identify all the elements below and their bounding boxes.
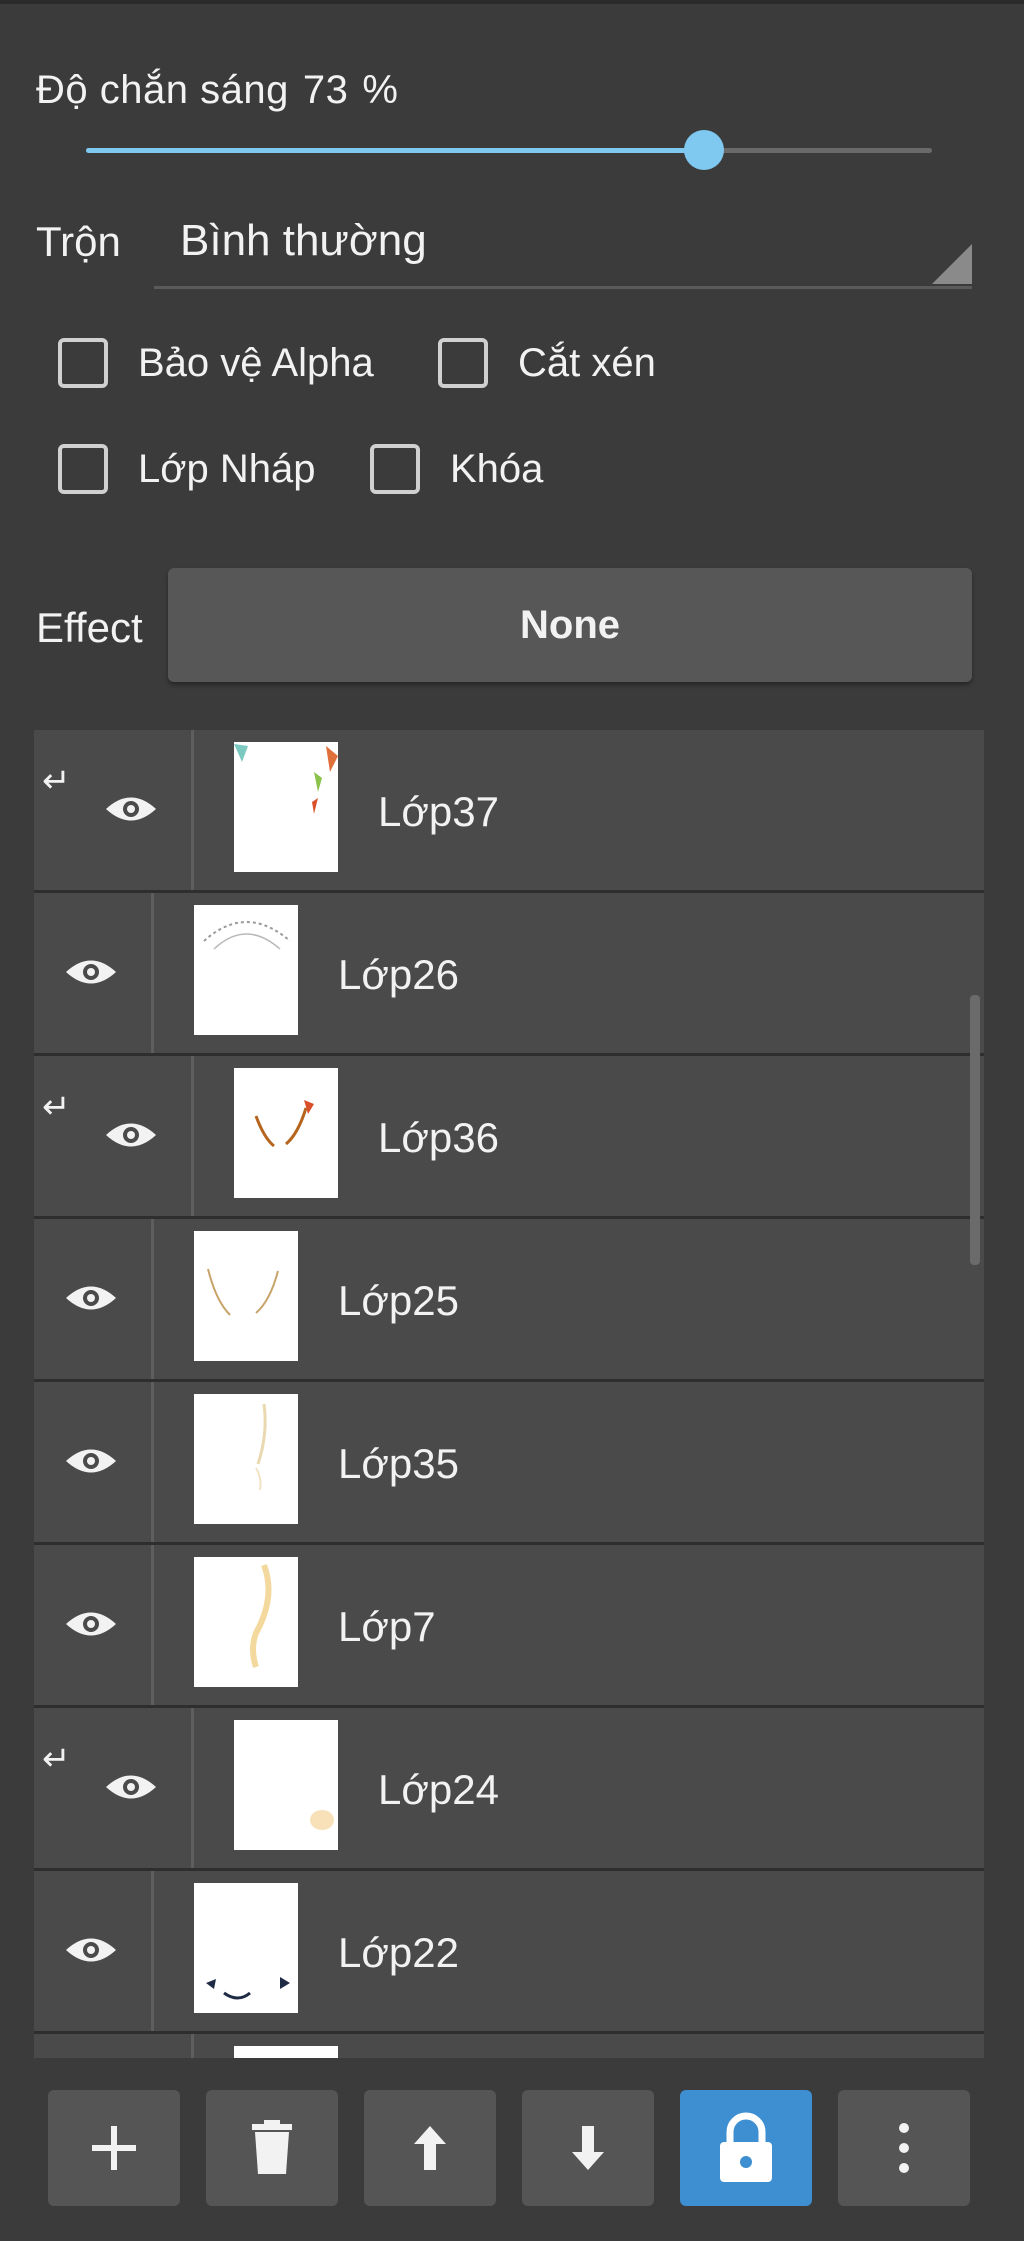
arrow-down-icon xyxy=(572,2126,604,2170)
visibility-cell: ↵ xyxy=(34,1708,194,1868)
opacity-label-text: Độ chắn sáng xyxy=(36,68,289,112)
more-icon xyxy=(899,2123,909,2173)
clipping-label: Cắt xén xyxy=(518,340,656,385)
layer-name: Lớp25 xyxy=(338,1277,459,1324)
layer-thumbnail xyxy=(194,1883,298,2013)
visibility-cell: ↵ xyxy=(34,1056,194,1216)
clip-arrow-icon: ↵ xyxy=(42,762,71,800)
layer-thumbnail xyxy=(194,1557,298,1687)
layer-properties-panel: Độ chắn sáng 73% Trộn Bình thường Bảo vệ … xyxy=(0,0,1024,2241)
layer-thumbnail xyxy=(234,742,338,872)
layer-row[interactable]: Lớp35 xyxy=(34,1382,984,1542)
checkbox-box xyxy=(58,444,108,494)
effect-button[interactable]: None xyxy=(168,568,972,682)
layer-name: Lớp36 xyxy=(378,1114,499,1161)
delete-layer-button[interactable] xyxy=(206,2090,338,2206)
lock-layer-button[interactable] xyxy=(680,2090,812,2206)
blend-label: Trộn xyxy=(36,218,121,265)
layer-row[interactable]: ↵ Lớp36 xyxy=(34,1056,984,1216)
clip-arrow-icon: ↵ xyxy=(42,1088,71,1126)
checkbox-box xyxy=(58,338,108,388)
top-divider xyxy=(0,0,1024,4)
protect-alpha-checkbox[interactable]: Bảo vệ Alpha xyxy=(58,338,374,388)
draft-layer-checkbox[interactable]: Lớp Nháp xyxy=(58,444,315,494)
layer-row[interactable]: Lớp25 xyxy=(34,1219,984,1379)
opacity-value: 73 xyxy=(302,68,349,112)
layer-row[interactable]: ↵ Lớp37 xyxy=(34,730,984,890)
lock-checkbox[interactable]: Khóa xyxy=(370,444,543,494)
layer-row[interactable]: Lớp22 xyxy=(34,1871,984,2031)
blend-mode-value: Bình thường xyxy=(180,216,427,265)
dropdown-caret-icon xyxy=(932,244,972,284)
eye-icon[interactable] xyxy=(64,957,118,987)
opacity-unit: % xyxy=(362,68,399,112)
visibility-cell xyxy=(34,1219,154,1379)
add-layer-button[interactable] xyxy=(48,2090,180,2206)
layer-name: Lớp37 xyxy=(378,788,499,835)
layer-name: Lớp24 xyxy=(378,1766,499,1813)
blend-mode-select[interactable]: Bình thường xyxy=(154,198,972,289)
lock-icon xyxy=(720,2112,772,2182)
layer-name: Lớp26 xyxy=(338,951,459,998)
layer-name: Lớp7 xyxy=(338,1603,436,1650)
visibility-cell: ↵ xyxy=(34,730,194,890)
more-options-button[interactable] xyxy=(838,2090,970,2206)
layer-thumbnail xyxy=(234,2046,338,2058)
layer-thumbnail xyxy=(194,905,298,1035)
protect-alpha-label: Bảo vệ Alpha xyxy=(138,340,374,385)
eye-icon[interactable] xyxy=(104,1772,158,1802)
layer-row[interactable]: Lớp26 xyxy=(34,893,984,1053)
clip-arrow-icon: ↵ xyxy=(42,1740,71,1778)
eye-icon[interactable] xyxy=(64,1609,118,1639)
opacity-label: Độ chắn sáng 73% xyxy=(36,68,412,113)
trash-icon xyxy=(252,2120,292,2174)
plus-icon xyxy=(92,2126,136,2170)
move-layer-down-button[interactable] xyxy=(522,2090,654,2206)
layer-row[interactable] xyxy=(34,2034,984,2058)
move-layer-up-button[interactable] xyxy=(364,2090,496,2206)
layer-thumbnail xyxy=(234,1720,338,1850)
layer-name: Lớp35 xyxy=(338,1440,459,1487)
clipping-checkbox[interactable]: Cắt xén xyxy=(438,338,656,388)
slider-fill xyxy=(86,148,704,153)
lock-label: Khóa xyxy=(450,446,544,491)
visibility-cell xyxy=(34,2034,194,2058)
layer-toolbar xyxy=(0,2064,1024,2241)
eye-icon[interactable] xyxy=(104,1120,158,1150)
layer-thumbnail xyxy=(194,1394,298,1524)
layer-name: Lớp22 xyxy=(338,1929,459,1976)
checkbox-box xyxy=(370,444,420,494)
checkbox-box xyxy=(438,338,488,388)
eye-icon[interactable] xyxy=(64,1283,118,1313)
layer-list[interactable]: ↵ Lớp37 Lớp26 ↵ Lớp36 Lớp25 Lớp35 Lớp7 ↵… xyxy=(34,730,984,2058)
slider-thumb[interactable] xyxy=(683,130,724,170)
draft-layer-label: Lớp Nháp xyxy=(138,446,316,491)
visibility-cell xyxy=(34,1382,154,1542)
layer-row[interactable]: Lớp7 xyxy=(34,1545,984,1705)
layer-list-scrollbar[interactable] xyxy=(970,995,980,1265)
layer-thumbnail xyxy=(234,1068,338,1198)
eye-icon[interactable] xyxy=(64,1935,118,1965)
eye-icon[interactable] xyxy=(64,1446,118,1476)
opacity-slider[interactable] xyxy=(86,130,932,170)
effect-label: Effect xyxy=(36,604,143,651)
layer-row[interactable]: ↵ Lớp24 xyxy=(34,1708,984,1868)
eye-icon[interactable] xyxy=(104,794,158,824)
visibility-cell xyxy=(34,1545,154,1705)
visibility-cell xyxy=(34,893,154,1053)
visibility-cell xyxy=(34,1871,154,2031)
layer-thumbnail xyxy=(194,1231,298,1361)
arrow-up-icon xyxy=(414,2126,446,2170)
